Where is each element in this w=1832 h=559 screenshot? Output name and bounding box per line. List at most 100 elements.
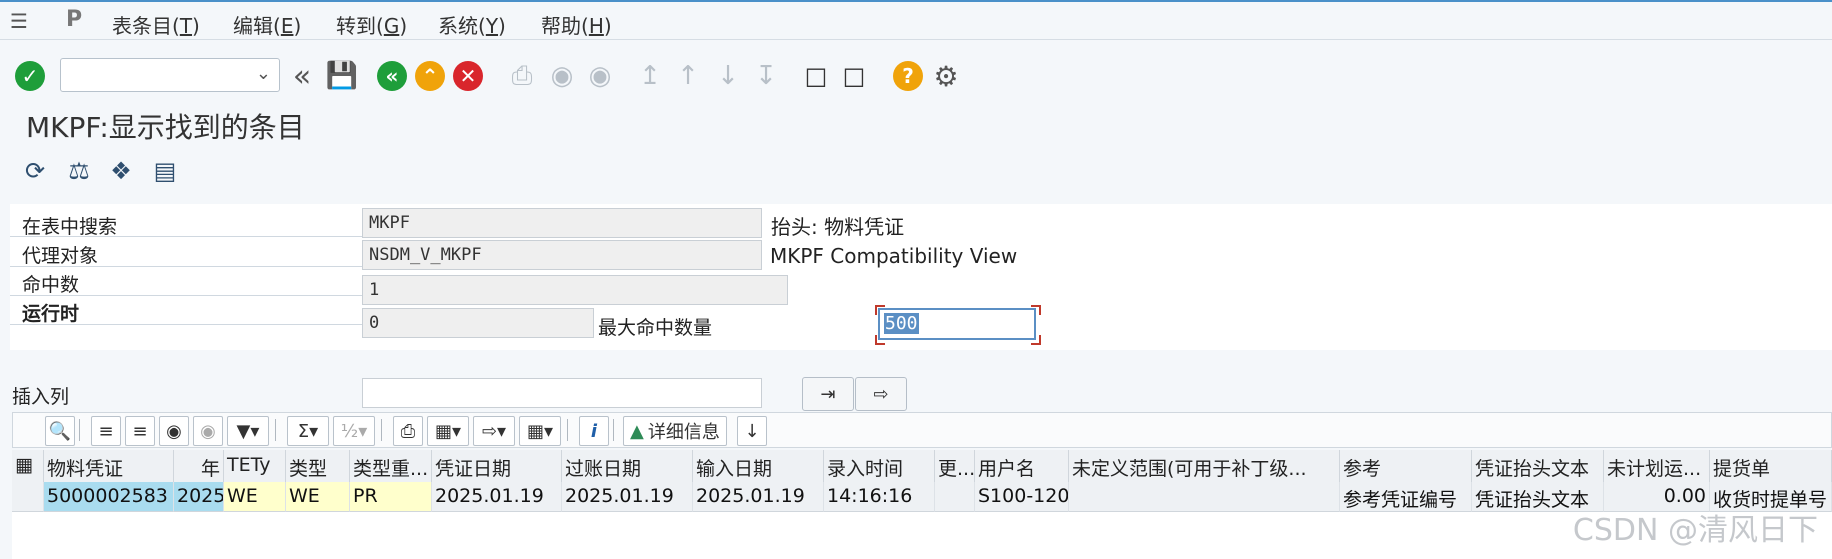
insert-right-icon: ⇨ (873, 383, 889, 405)
max-hits-label: 最大命中数量 (598, 317, 713, 339)
double-left-icon[interactable]: « (286, 59, 318, 94)
details-button[interactable]: ▲ 详细信息 (623, 416, 727, 446)
cell[interactable]: PR (350, 482, 432, 512)
find-icon[interactable]: ◉ (546, 60, 578, 92)
first-page-icon[interactable]: ↥ (634, 60, 666, 92)
search-table-desc: 抬头: 物料凭证 (771, 215, 905, 239)
mountain-icon: ▲ (630, 420, 644, 442)
col-header[interactable]: 输入日期 (693, 450, 824, 482)
enter-check-icon[interactable]: ✓ (14, 60, 46, 92)
col-header[interactable]: 提货单 (1710, 450, 1832, 482)
search-table-label: 在表中搜索 (22, 216, 118, 238)
watermark: CSDN @清风日下 (1572, 513, 1818, 548)
proxy-object-desc: MKPF Compatibility View (770, 244, 1018, 268)
settings-puzzle-icon[interactable]: ❖ (106, 156, 136, 186)
document-list-icon[interactable]: ▤ (150, 156, 180, 186)
back-icon[interactable]: « (376, 60, 408, 92)
previous-page-icon[interactable]: ↑ (672, 60, 704, 92)
menu-toggle-icon[interactable]: ☰ (10, 9, 28, 33)
cell[interactable]: WE (224, 482, 286, 512)
sum-icon[interactable]: Σ▾ (287, 416, 329, 446)
export-icon[interactable]: ⇨▾ (473, 416, 515, 446)
sap-p-icon[interactable]: P (66, 7, 82, 32)
last-page-icon[interactable]: ↧ (750, 60, 782, 92)
col-header[interactable]: 物料凭证 (44, 450, 174, 482)
menu-bar: ☰ P 表条目(T) 编辑(E) 转到(G) 系统(Y) 帮助(H) (0, 0, 1832, 40)
runtime-label: 运行时 (22, 303, 80, 325)
command-field[interactable]: ⌄ (60, 58, 280, 92)
insert-column-label: 插入列 (12, 386, 70, 408)
info-icon[interactable]: i (579, 416, 609, 446)
find-next-binoculars-icon[interactable]: ◉ (193, 416, 223, 446)
insert-column-after-button[interactable]: ⇨ (855, 377, 907, 411)
alv-toolbar: 🔍 ≡ ≡ ◉ ◉ ▼▾ Σ▾ ½▾ ⎙ ▦▾ ⇨▾ ▦▾ i ▲ 详细信息 ↓ (12, 412, 1832, 448)
menu-system[interactable]: 系统(Y) (438, 10, 506, 39)
runtime-field: 0 (362, 308, 594, 338)
views-icon[interactable]: ▦▾ (427, 416, 469, 446)
gear-icon[interactable]: ⚙ (930, 60, 962, 93)
exit-icon[interactable]: ⌃ (414, 60, 446, 92)
cell[interactable]: 参考凭证编号 (1340, 482, 1472, 512)
insert-column-before-button[interactable]: ⇥ (802, 377, 854, 411)
cancel-icon[interactable]: ✕ (452, 60, 484, 92)
col-header[interactable]: 用户名 (975, 450, 1069, 482)
refresh-icon[interactable]: ⟳ (20, 156, 50, 186)
subtotal-icon[interactable]: ½▾ (333, 416, 375, 446)
details-view-icon[interactable]: 🔍 (45, 416, 75, 446)
search-table-field: MKPF (362, 208, 762, 238)
col-header[interactable]: TETy (224, 450, 286, 482)
cell[interactable] (935, 482, 975, 512)
cell[interactable]: 2025.01.19 (693, 482, 824, 512)
col-header[interactable]: 凭证日期 (432, 450, 562, 482)
filter-icon[interactable]: ▼▾ (227, 416, 269, 446)
col-header[interactable]: 过账日期 (562, 450, 693, 482)
next-page-icon[interactable]: ↓ (712, 60, 744, 92)
hits-field: 1 (362, 275, 788, 305)
shortcut-icon[interactable]: □ (838, 60, 870, 92)
selection-criteria-icon[interactable]: ⚖ (64, 156, 94, 186)
new-session-icon[interactable]: □ (800, 60, 832, 92)
page-title: MKPF:显示找到的条目 (26, 111, 305, 144)
sort-descending-icon[interactable]: ≡ (125, 416, 155, 446)
chevron-down-icon[interactable]: ⌄ (256, 63, 271, 84)
cell[interactable] (1069, 482, 1340, 512)
find-binoculars-icon[interactable]: ◉ (159, 416, 189, 446)
layout-icon[interactable]: ▦▾ (519, 416, 561, 446)
print-preview-icon[interactable]: ⎙ (393, 416, 423, 446)
insert-column-input[interactable] (362, 378, 762, 408)
cell[interactable]: 2025.01.19 (432, 482, 562, 512)
help-icon[interactable]: ? (892, 60, 924, 92)
sort-user-icon[interactable]: ↓ (737, 416, 767, 446)
col-header[interactable]: 录入时间 (824, 450, 935, 482)
cell[interactable]: WE (286, 482, 350, 512)
menu-help[interactable]: 帮助(H) (541, 10, 612, 39)
result-grid: ▦ 物料凭证 年 TETy 类型 类型重... 凭证日期 过账日期 输入日期 录… (12, 450, 1832, 559)
col-header[interactable]: 凭证抬头文本 (1472, 450, 1604, 482)
menu-table-entry[interactable]: 表条目(T) (112, 10, 200, 39)
col-header[interactable]: 参考 (1340, 450, 1472, 482)
cell[interactable]: 5000002583 (44, 482, 174, 512)
hits-label: 命中数 (22, 274, 80, 296)
save-icon[interactable]: 💾 (326, 60, 358, 92)
find-next-icon[interactable]: ◉ (584, 60, 616, 92)
col-header[interactable]: 类型 (286, 450, 350, 482)
table-row[interactable]: 5000002583 2025 WE WE PR 2025.01.19 2025… (12, 482, 1832, 512)
menu-goto[interactable]: 转到(G) (336, 10, 407, 39)
cell[interactable]: 2025 (174, 482, 224, 512)
col-header[interactable]: 年 (174, 450, 224, 482)
cell[interactable]: S100-120 (975, 482, 1069, 512)
layout-select-icon[interactable]: ▦ (12, 450, 44, 482)
grid-header-row: ▦ 物料凭证 年 TETy 类型 类型重... 凭证日期 过账日期 输入日期 录… (12, 450, 1832, 483)
col-header[interactable]: 未定义范围(可用于补丁级... (1069, 450, 1340, 482)
cell[interactable]: 14:16:16 (824, 482, 935, 512)
col-header[interactable]: 更... (935, 450, 975, 482)
insert-left-icon: ⇥ (820, 383, 836, 405)
row-selector[interactable] (12, 482, 44, 512)
sort-ascending-icon[interactable]: ≡ (91, 416, 121, 446)
col-header[interactable]: 类型重... (350, 450, 432, 482)
print-icon[interactable]: ⎙ (506, 60, 538, 92)
cell[interactable]: 2025.01.19 (562, 482, 693, 512)
col-header[interactable]: 未计划运... (1604, 450, 1710, 482)
menu-edit[interactable]: 编辑(E) (233, 10, 301, 39)
max-hits-input[interactable]: 500 (878, 308, 1036, 340)
